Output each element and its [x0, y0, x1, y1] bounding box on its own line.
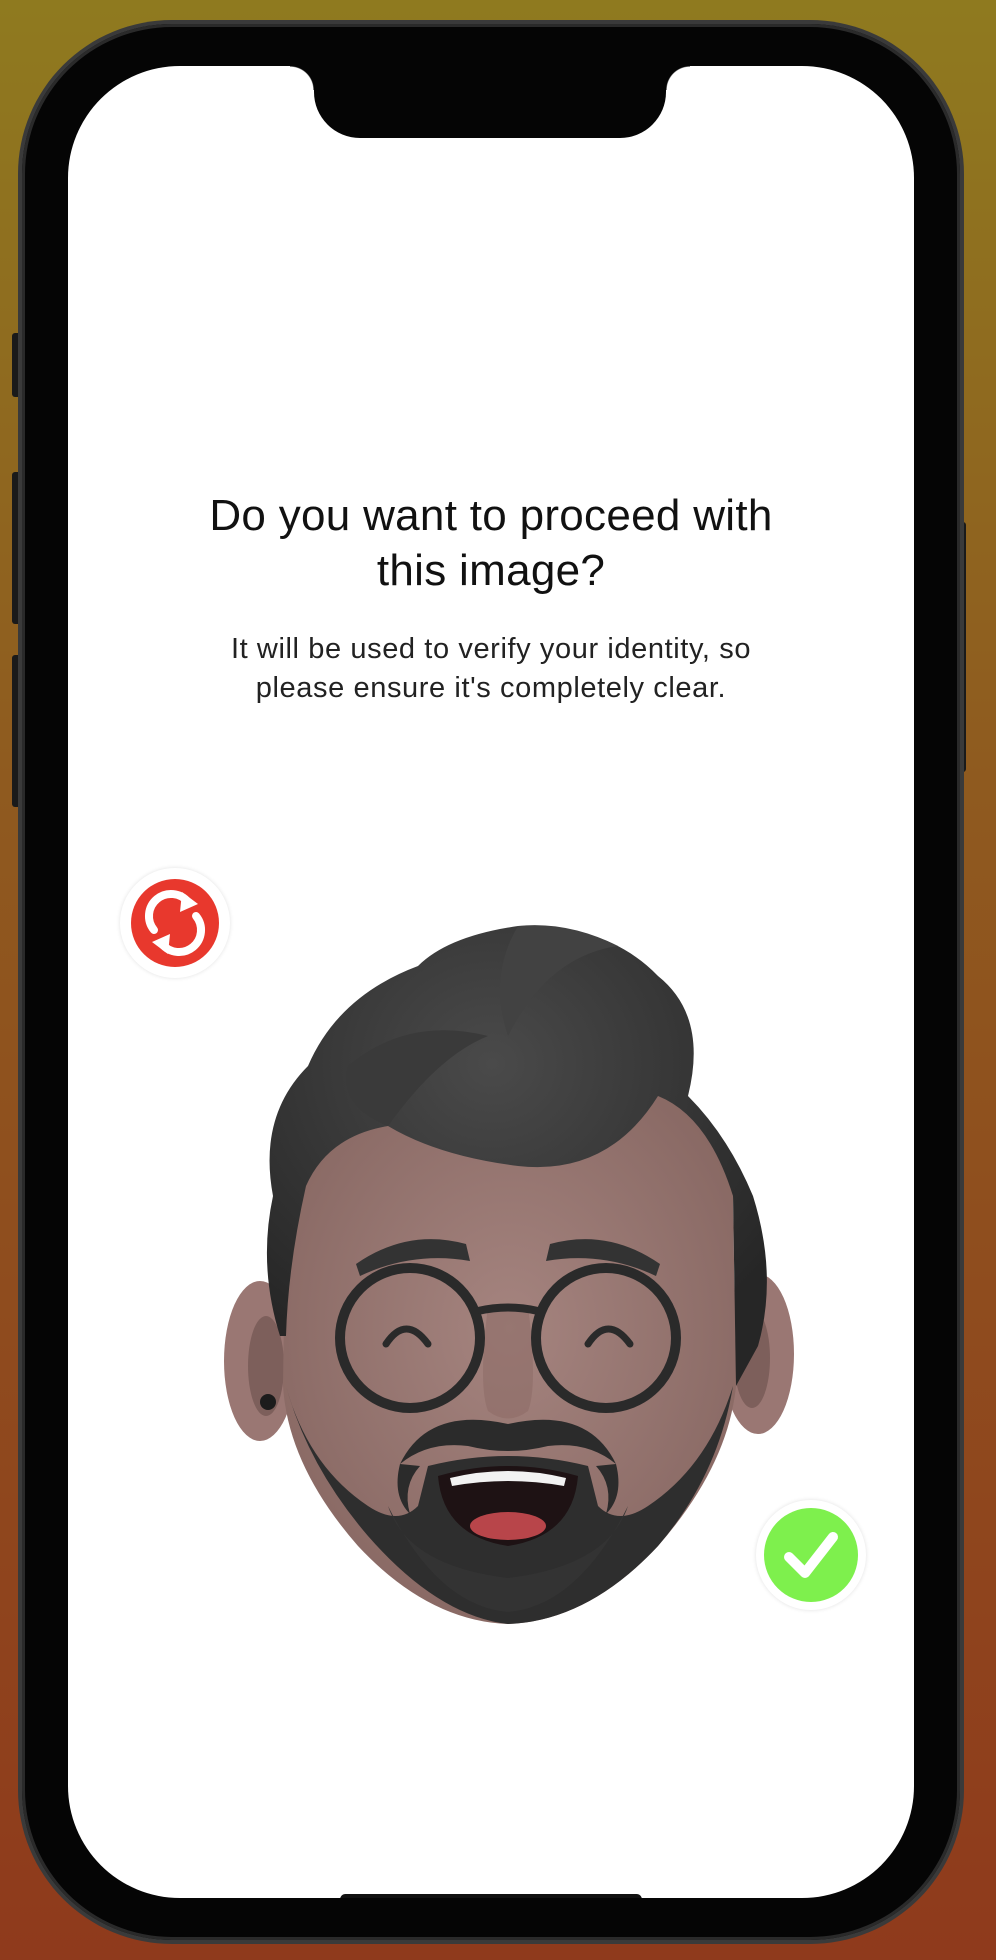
dialog-title: Do you want to proceed with this image? — [209, 491, 773, 595]
volume-up-button — [12, 472, 22, 624]
dialog-subtitle: It will be used to verify your identity,… — [230, 633, 752, 704]
volume-down-button — [12, 655, 22, 807]
camera-notch — [290, 66, 690, 138]
mute-switch — [12, 333, 22, 397]
screen: Do you want to proceed with this image? … — [68, 66, 914, 1898]
phone-frame: Do you want to proceed with this image? … — [22, 24, 960, 1940]
home-indicator[interactable] — [340, 1894, 642, 1898]
refresh-icon — [131, 879, 219, 967]
captured-avatar-image — [224, 925, 794, 1624]
retake-button[interactable] — [120, 868, 230, 978]
confirm-button[interactable] — [756, 1500, 866, 1610]
checkmark-icon — [764, 1508, 858, 1602]
